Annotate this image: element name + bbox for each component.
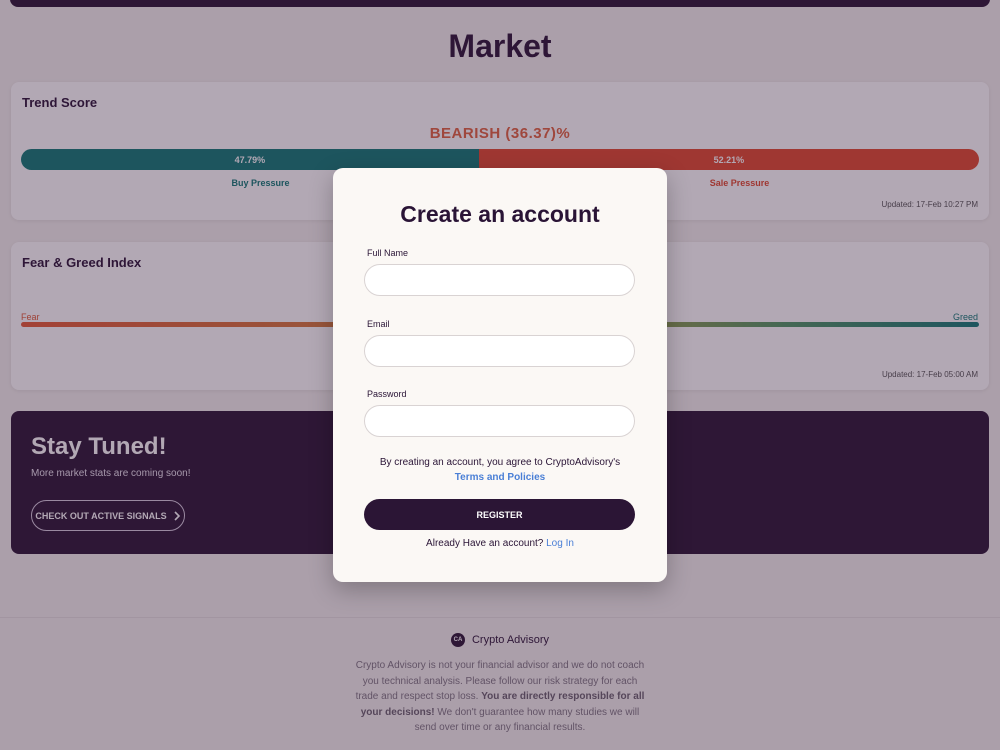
- have-account-text: Already Have an account?: [426, 538, 544, 549]
- register-modal: Create an account Full Name Email Passwo…: [333, 168, 667, 582]
- full-name-input[interactable]: [364, 264, 635, 296]
- login-link[interactable]: Log In: [546, 538, 574, 549]
- terms-link[interactable]: Terms and Policies: [333, 470, 667, 485]
- modal-title: Create an account: [400, 201, 600, 227]
- agree-text: By creating an account, you agree to Cry…: [379, 457, 621, 468]
- email-input[interactable]: [364, 335, 635, 367]
- register-button[interactable]: REGISTER: [364, 499, 635, 530]
- full-name-label: Full Name: [367, 248, 409, 258]
- login-prompt: Already Have an account? Log In: [333, 538, 667, 549]
- email-label: Email: [367, 319, 390, 329]
- password-label: Password: [367, 389, 407, 399]
- password-input[interactable]: [364, 405, 635, 437]
- terms-agreement: By creating an account, you agree to Cry…: [333, 455, 667, 485]
